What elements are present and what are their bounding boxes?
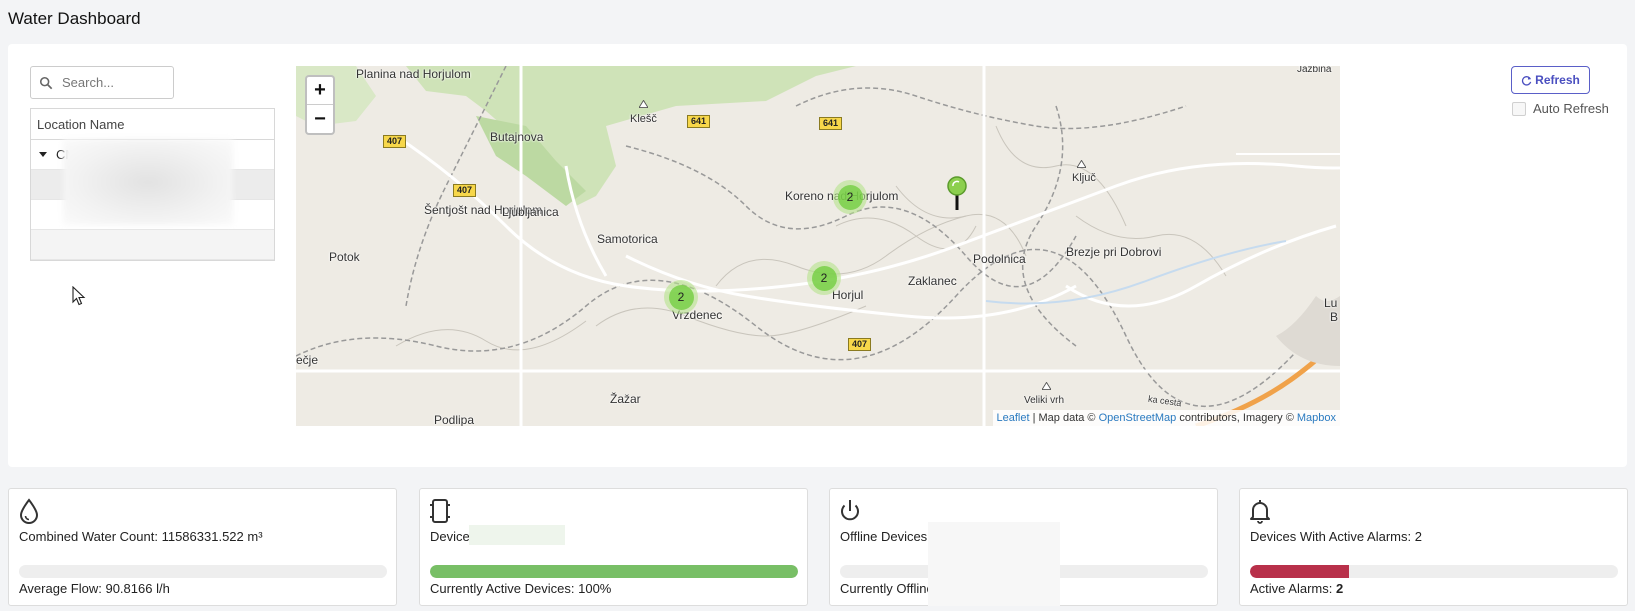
- road-number-badge: 407: [453, 184, 477, 197]
- zoom-control: + −: [305, 75, 335, 135]
- peak-icon: [1042, 382, 1051, 390]
- map-label: Samotorica: [597, 232, 658, 246]
- map-label: Brezje pri Dobrovi: [1066, 245, 1162, 259]
- map-label: ečje: [296, 353, 319, 367]
- peak-icon: [639, 100, 648, 108]
- openstreetmap-link[interactable]: OpenStreetMap: [1099, 412, 1177, 424]
- progress-bar: [1250, 565, 1618, 578]
- location-tree: Location Name CMC: [30, 108, 275, 261]
- auto-refresh-label: Auto Refresh: [1533, 101, 1609, 116]
- mouse-cursor-icon: [72, 286, 86, 306]
- active-devices: Currently Active Devices: 100%: [430, 581, 612, 596]
- road-number-badge: 407: [383, 135, 407, 148]
- average-flow: Average Flow: 90.8166 l/h: [19, 581, 170, 596]
- bell-icon: [1250, 500, 1270, 524]
- redacted-region: [63, 139, 233, 225]
- road-number-badge: 641: [687, 115, 711, 128]
- marker-cluster[interactable]: 2: [833, 180, 867, 214]
- card-water-count: Combined Water Count: 11586331.522 m³ Av…: [8, 488, 397, 606]
- map-label: Planina nad Horjulom: [356, 67, 471, 81]
- water-drop-icon: [19, 498, 39, 524]
- attribution-text: | Map data ©: [1029, 412, 1099, 424]
- marker-cluster[interactable]: 2: [664, 280, 698, 314]
- cluster-count: 2: [668, 284, 694, 310]
- map-label: Žažar: [610, 392, 641, 406]
- devices-with-active-alarms: Devices With Active Alarms: 2: [1250, 529, 1422, 544]
- map-label: B: [1330, 310, 1339, 324]
- map-label: Klešč: [630, 113, 657, 125]
- map-label: Podlipa: [434, 413, 475, 426]
- map-label: Lu: [1324, 296, 1338, 310]
- active-alarms: Active Alarms: 2: [1250, 581, 1343, 596]
- active-alarms-value: 2: [1335, 581, 1344, 596]
- map-attribution: Leaflet | Map data © OpenStreetMap contr…: [992, 410, 1340, 426]
- map-label: Podolnica: [973, 252, 1026, 266]
- progress-bar: [19, 565, 387, 578]
- map-label: Šentjošt nad Horjulom: [424, 203, 543, 217]
- search-input[interactable]: [62, 75, 162, 90]
- card-devices: Device Currently Active Devices: 100%: [419, 488, 808, 606]
- device-count: Device: [430, 529, 470, 544]
- caret-down-icon[interactable]: [39, 152, 47, 157]
- power-icon: [841, 500, 859, 521]
- progress-bar-fill: [1250, 565, 1350, 578]
- map-label: Butajnova: [490, 130, 544, 144]
- map-label: Ključ: [1072, 172, 1096, 184]
- device-icon: [430, 499, 450, 523]
- card-active-alarms: Devices With Active Alarms: 2 Active Ala…: [1239, 488, 1628, 606]
- refresh-icon: [1522, 75, 1532, 86]
- map-pin-icon[interactable]: [946, 176, 968, 212]
- map-label: Potok: [329, 250, 360, 264]
- auto-refresh-toggle[interactable]: Auto Refresh: [1512, 101, 1609, 116]
- refresh-button[interactable]: Refresh: [1511, 66, 1590, 94]
- map-terrain: [296, 66, 1340, 426]
- combined-water-count: Combined Water Count: 11586331.522 m³: [19, 529, 263, 544]
- progress-bar: [430, 565, 798, 578]
- map-label: Zaklanec: [908, 274, 957, 288]
- map-label: Jazbina: [1297, 66, 1332, 75]
- map-label: Veliki vrh: [1024, 395, 1065, 406]
- offline-devices: Offline Devices:: [840, 529, 931, 544]
- marker-cluster[interactable]: 2: [807, 261, 841, 295]
- peak-icon: [1077, 160, 1086, 168]
- map-label: Horjul: [832, 288, 864, 302]
- redacted-region: [928, 522, 1060, 606]
- tree-header-location-name[interactable]: Location Name: [31, 109, 274, 140]
- attribution-text: contributors, Imagery ©: [1176, 412, 1297, 424]
- active-alarms-label: Active Alarms:: [1250, 581, 1336, 596]
- search-field[interactable]: [30, 66, 174, 99]
- tree-row[interactable]: [31, 230, 274, 260]
- currently-offline: Currently Offline: [840, 581, 934, 596]
- redacted-region: [469, 525, 565, 545]
- search-icon: [39, 76, 53, 89]
- road-number-badge: 407: [848, 338, 872, 351]
- road-number-badge: 641: [819, 117, 843, 130]
- leaflet-link[interactable]: Leaflet: [997, 412, 1030, 424]
- zoom-out-button[interactable]: −: [307, 105, 333, 133]
- map-label: Ljubljanica: [502, 205, 559, 219]
- progress-bar-fill: [430, 565, 798, 578]
- map-view[interactable]: Planina nad Horjulom Butajnova Klešč Šen…: [296, 66, 1340, 426]
- page-title: Water Dashboard: [8, 9, 141, 28]
- mapbox-link[interactable]: Mapbox: [1297, 412, 1336, 424]
- auto-refresh-checkbox[interactable]: [1512, 101, 1526, 116]
- cluster-count: 2: [837, 184, 863, 210]
- card-offline-devices: Offline Devices: Currently Offline: [829, 488, 1218, 606]
- cluster-count: 2: [811, 265, 837, 291]
- zoom-in-button[interactable]: +: [307, 77, 333, 105]
- refresh-label: Refresh: [1535, 73, 1580, 87]
